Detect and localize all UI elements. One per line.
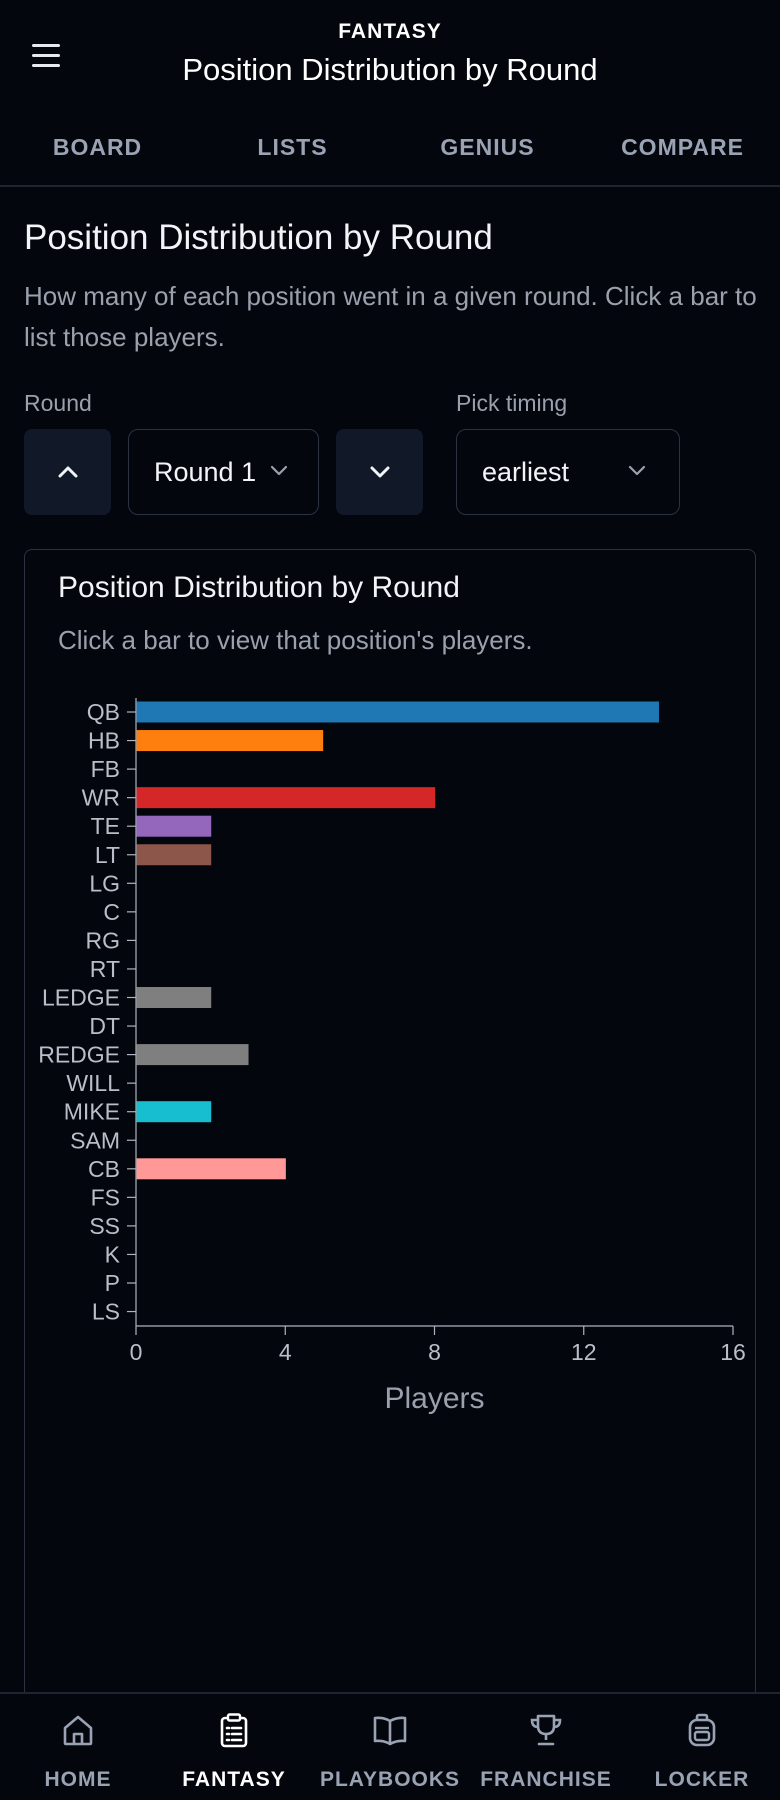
bar-mike[interactable] (136, 1101, 212, 1123)
backpack-icon (688, 1713, 716, 1747)
nav-franchise-label: FRANCHISE (480, 1768, 612, 1791)
bar-qb[interactable] (136, 701, 659, 723)
position-distribution-chart: QBHBFBWRTELTLGCRGRTLEDGEDTREDGEWILLMIKES… (38, 698, 746, 1415)
y-tick-label: MIKE (64, 1099, 120, 1125)
bar-redge[interactable] (136, 1044, 249, 1066)
y-tick-label: RT (90, 956, 120, 982)
nav-home-label: HOME (44, 1768, 112, 1791)
home-icon (63, 1715, 93, 1746)
nav-fantasy-label: FANTASY (182, 1768, 286, 1791)
nav-home[interactable]: HOME (0, 1694, 156, 1800)
y-tick-label: FB (91, 756, 120, 782)
nav-fantasy[interactable]: FANTASY (156, 1694, 312, 1800)
bar-lt[interactable] (136, 844, 212, 866)
y-tick-label: DT (89, 1013, 120, 1039)
y-tick-label: LS (92, 1299, 120, 1325)
nav-franchise[interactable]: FRANCHISE (468, 1694, 624, 1800)
y-tick-label: LEDGE (42, 985, 120, 1011)
y-tick-label: RG (86, 927, 121, 953)
y-tick-label: SAM (70, 1127, 120, 1153)
y-tick-label: FS (91, 1184, 120, 1210)
x-tick-label: 16 (720, 1339, 746, 1365)
nav-playbooks-label: PLAYBOOKS (319, 1768, 461, 1791)
x-tick-label: 4 (279, 1339, 292, 1365)
bar-wr[interactable] (136, 787, 436, 809)
y-tick-label: K (105, 1241, 121, 1267)
bar-te[interactable] (136, 815, 212, 837)
nav-locker-label: LOCKER (654, 1768, 750, 1791)
nav-locker[interactable]: LOCKER (624, 1694, 780, 1800)
y-tick-label: REDGE (38, 1042, 120, 1068)
y-tick-label: LT (95, 842, 120, 868)
x-axis-title: Players (384, 1382, 484, 1415)
x-tick-label: 12 (571, 1339, 597, 1365)
y-tick-label: CB (88, 1156, 120, 1182)
y-tick-label: SS (89, 1213, 120, 1239)
trophy-icon (530, 1714, 562, 1746)
bar-cb[interactable] (136, 1158, 286, 1180)
bar-ledge[interactable] (136, 987, 212, 1008)
bar-hb[interactable] (136, 730, 324, 752)
clipboard-icon (220, 1713, 248, 1748)
y-tick-label: QB (87, 699, 120, 725)
y-tick-label: TE (91, 813, 120, 839)
y-tick-label: LG (89, 870, 120, 896)
x-tick-label: 0 (130, 1339, 143, 1365)
book-icon (373, 1716, 407, 1746)
nav-playbooks[interactable]: PLAYBOOKS (312, 1694, 468, 1800)
y-tick-label: P (105, 1270, 120, 1296)
y-tick-label: C (103, 899, 120, 925)
bottom-nav: HOME FANTASY PLAYBOOKS FRANCHISE LOCKER (0, 1692, 780, 1800)
y-tick-label: HB (88, 728, 120, 754)
y-tick-label: WILL (66, 1070, 120, 1096)
x-tick-label: 8 (428, 1339, 441, 1365)
y-tick-label: WR (82, 785, 120, 811)
